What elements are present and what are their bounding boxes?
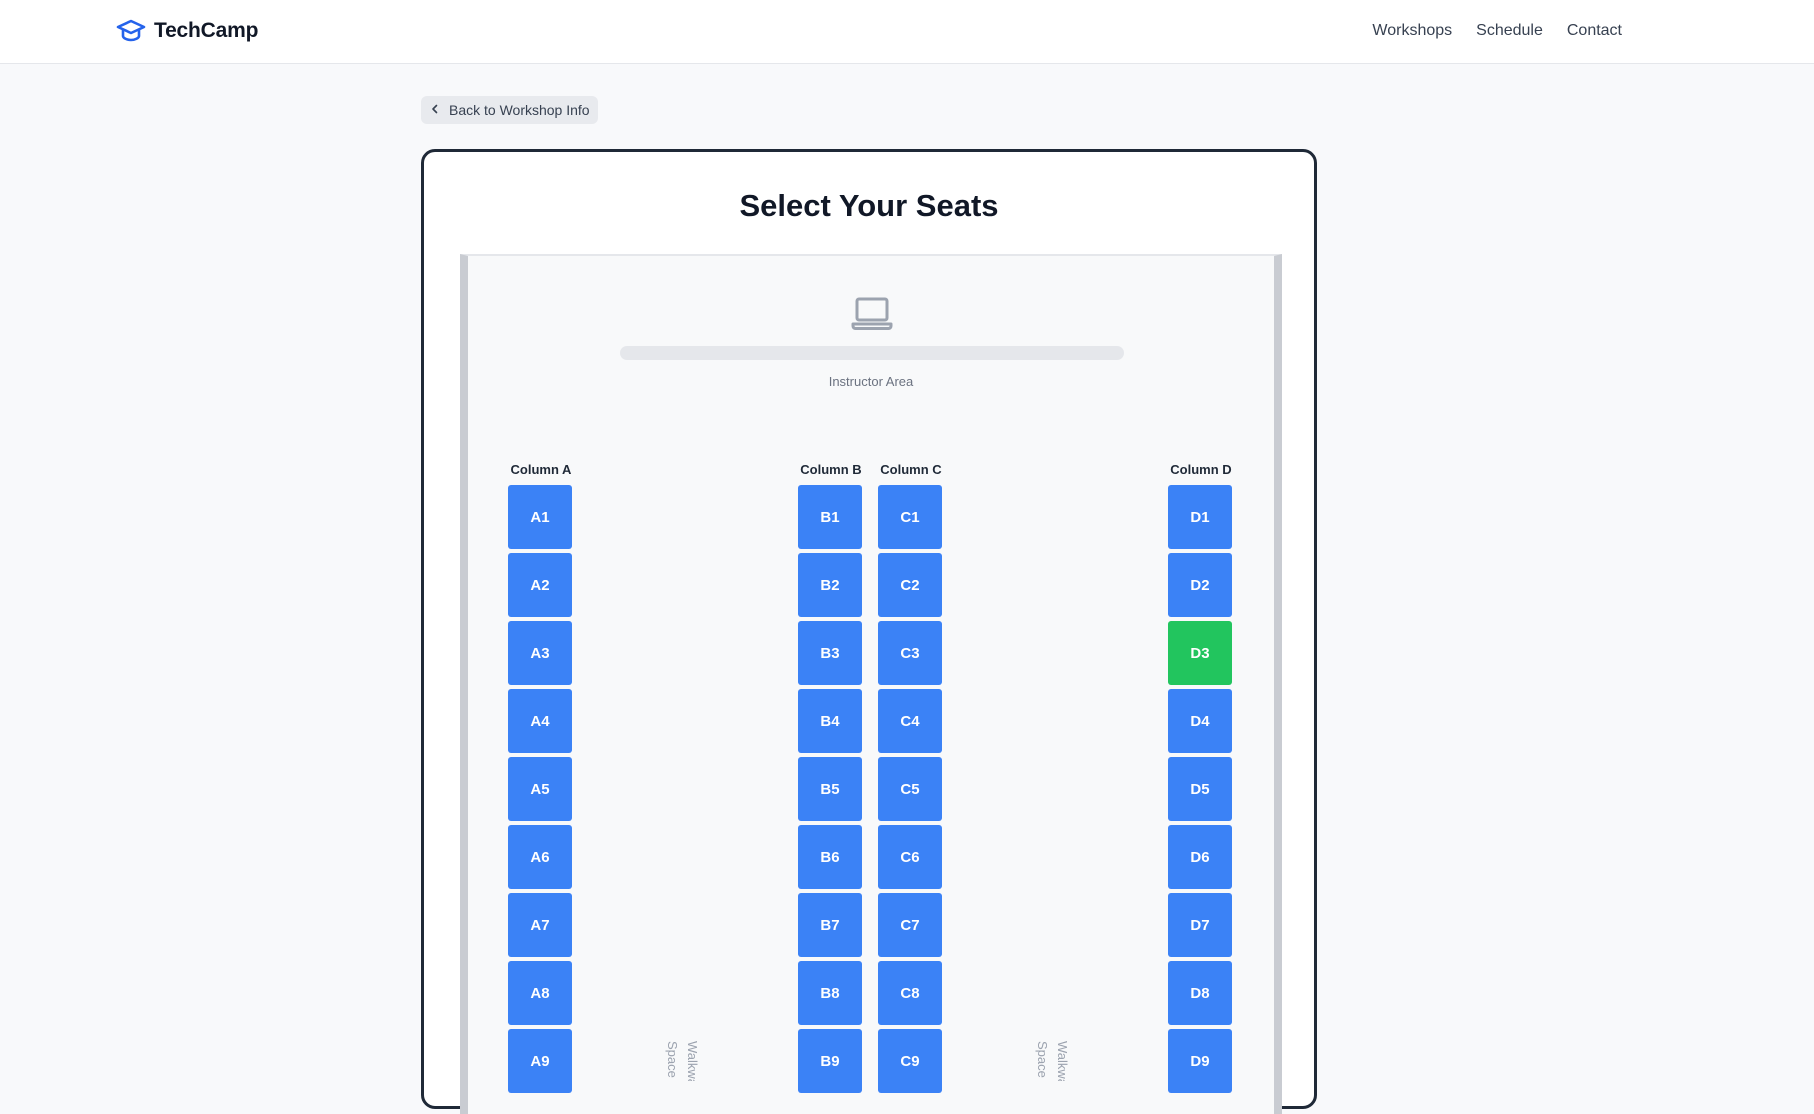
seat-a9[interactable]: A9 (508, 1029, 572, 1093)
column-label: Column D (1170, 462, 1232, 477)
walkway-label: Walkway Space (1035, 1041, 1070, 1081)
instructor-area-label: Instructor Area (828, 374, 914, 389)
seat-d9[interactable]: D9 (1168, 1029, 1232, 1093)
seat-d7[interactable]: D7 (1168, 893, 1232, 957)
brand-logo[interactable]: TechCamp (116, 18, 258, 44)
seat-a8[interactable]: A8 (508, 961, 572, 1025)
nav-contact-link[interactable]: Contact (1567, 22, 1622, 40)
seat-list: A1 A2 A3 A4 A5 A6 A7 A8 A9 (508, 485, 572, 1097)
seat-b5[interactable]: B5 (798, 757, 862, 821)
seat-c5[interactable]: C5 (878, 757, 942, 821)
seat-c3[interactable]: C3 (878, 621, 942, 685)
seat-d4[interactable]: D4 (1168, 689, 1232, 753)
seat-a5[interactable]: A5 (508, 757, 572, 821)
seat-c2[interactable]: C2 (878, 553, 942, 617)
seat-b8[interactable]: B8 (798, 961, 862, 1025)
chevron-left-icon (429, 102, 441, 118)
seat-b2[interactable]: B2 (798, 553, 862, 617)
brand-name: TechCamp (154, 19, 259, 42)
seat-selection-card: Select Your Seats Instructor Area Column… (421, 149, 1317, 1114)
seat-a2[interactable]: A2 (508, 553, 572, 617)
seat-list: D1 D2 D3 D4 D5 D6 D7 D8 D9 (1168, 485, 1232, 1097)
seat-b3[interactable]: B3 (798, 621, 862, 685)
seat-b4[interactable]: B4 (798, 689, 862, 753)
seat-d3[interactable]: D3 (1168, 621, 1232, 685)
seat-d8[interactable]: D8 (1168, 961, 1232, 1025)
classroom-map: Instructor Area Column A A1 A2 A3 A4 A5 A6 A7 A… (460, 254, 1282, 1114)
seat-c8[interactable]: C8 (878, 961, 942, 1025)
seat-b1[interactable]: B1 (798, 485, 862, 549)
nav-workshops-link[interactable]: Workshops (1372, 22, 1452, 40)
back-to-workshop-button[interactable]: Back to Workshop Info (421, 96, 598, 124)
seat-d2[interactable]: D2 (1168, 553, 1232, 617)
back-button-label: Back to Workshop Info (449, 102, 590, 118)
seat-a1[interactable]: A1 (508, 485, 572, 549)
seat-a7[interactable]: A7 (508, 893, 572, 957)
column-label: Column B (800, 462, 862, 477)
seat-c6[interactable]: C6 (878, 825, 942, 889)
seat-b6[interactable]: B6 (798, 825, 862, 889)
page-title: Select Your Seats (739, 188, 999, 223)
seat-a6[interactable]: A6 (508, 825, 572, 889)
walkway-label: Walkway Space (665, 1041, 700, 1081)
seat-d1[interactable]: D1 (1168, 485, 1232, 549)
seat-c9[interactable]: C9 (878, 1029, 942, 1093)
seat-c1[interactable]: C1 (878, 485, 942, 549)
seat-c4[interactable]: C4 (878, 689, 942, 753)
seat-b7[interactable]: B7 (798, 893, 862, 957)
laptop-icon (851, 296, 893, 337)
seat-c7[interactable]: C7 (878, 893, 942, 957)
seat-b9[interactable]: B9 (798, 1029, 862, 1093)
main-nav: Workshops Schedule Contact (1372, 22, 1622, 40)
seat-d5[interactable]: D5 (1168, 757, 1232, 821)
column-label: Column A (510, 462, 572, 477)
graduation-cap-icon (116, 18, 146, 44)
top-navbar: TechCamp Workshops Schedule Contact (0, 0, 1814, 64)
seat-d6[interactable]: D6 (1168, 825, 1232, 889)
seat-a3[interactable]: A3 (508, 621, 572, 685)
seat-list: C1 C2 C3 C4 C5 C6 C7 C8 C9 (878, 485, 942, 1097)
seat-a4[interactable]: A4 (508, 689, 572, 753)
instructor-desk (620, 346, 1124, 360)
nav-schedule-link[interactable]: Schedule (1476, 22, 1543, 40)
seat-list: B1 B2 B3 B4 B5 B6 B7 B8 B9 (798, 485, 862, 1097)
column-label: Column C (880, 462, 942, 477)
